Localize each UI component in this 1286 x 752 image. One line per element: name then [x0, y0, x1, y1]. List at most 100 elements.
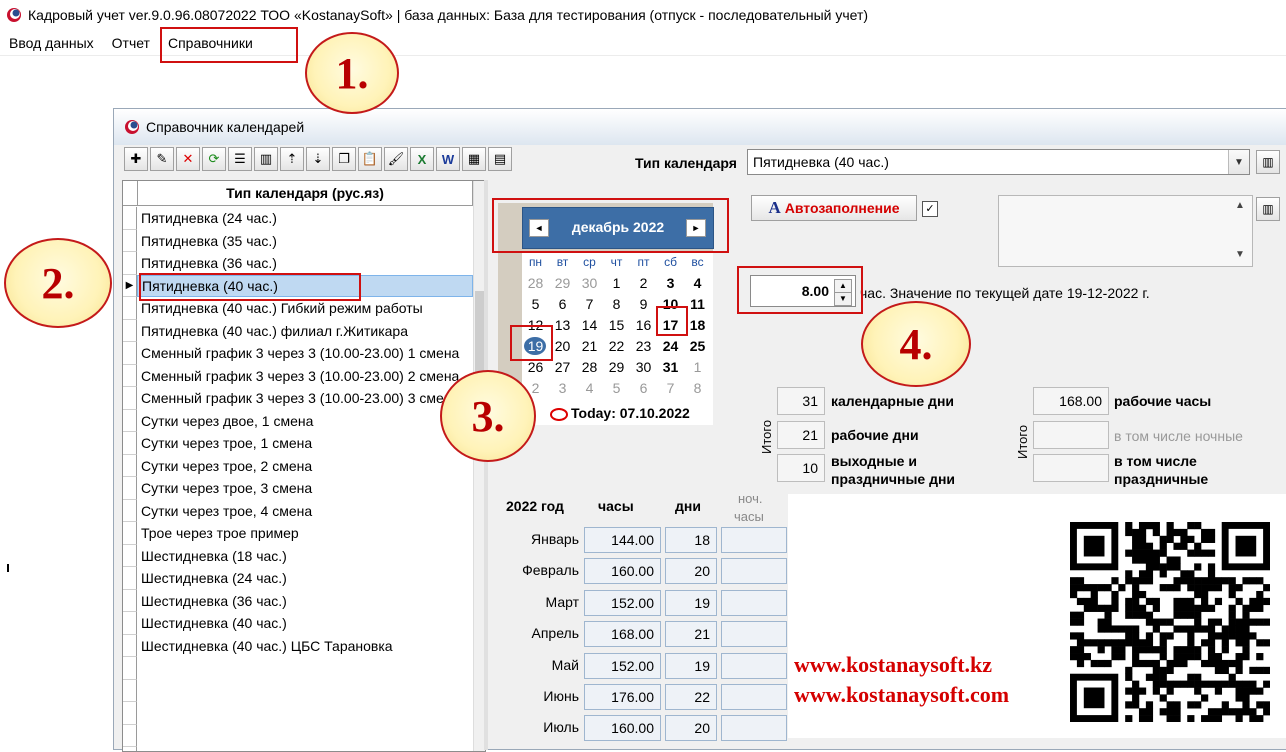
- excel-icon[interactable]: X: [410, 147, 434, 171]
- edit-icon[interactable]: ✎: [150, 147, 174, 171]
- month-days-field[interactable]: 20: [665, 715, 717, 742]
- calculator-icon[interactable]: ▦: [462, 147, 486, 171]
- copy-icon[interactable]: ❐: [332, 147, 356, 171]
- month-days-field[interactable]: 18: [665, 527, 717, 553]
- calendar-day[interactable]: 7: [657, 378, 684, 398]
- autofill-checkbox[interactable]: ✓: [922, 201, 938, 217]
- calendar-day[interactable]: 14: [576, 315, 603, 335]
- list-icon[interactable]: ☰: [228, 147, 252, 171]
- calendar-day[interactable]: 16: [630, 315, 657, 335]
- calendar-day[interactable]: 27: [549, 357, 576, 377]
- calendar-day[interactable]: 1: [684, 357, 711, 377]
- calendar-day[interactable]: 4: [684, 273, 711, 293]
- month-night-hours-field[interactable]: [721, 527, 787, 553]
- calendar-day[interactable]: 2: [630, 273, 657, 293]
- month-night-hours-field[interactable]: [721, 621, 787, 648]
- month-hours-field[interactable]: 160.00: [584, 715, 661, 742]
- month-hours-field[interactable]: 144.00: [584, 527, 661, 553]
- grid-row[interactable]: Пятидневка (36 час.): [123, 252, 473, 275]
- promo-url-com[interactable]: www.kostanaysoft.com: [794, 682, 1009, 708]
- grid-row[interactable]: Сменный график 3 через 3 (10.00-23.00) 1…: [123, 342, 473, 365]
- grid-row[interactable]: Пятидневка (24 час.): [123, 207, 473, 230]
- calendar-day[interactable]: 5: [603, 378, 630, 398]
- calendar-day[interactable]: 5: [522, 294, 549, 314]
- calendar-day[interactable]: 24: [657, 336, 684, 356]
- month-night-hours-field[interactable]: [721, 589, 787, 616]
- grid-row[interactable]: Сменный график 3 через 3 (10.00-23.00) 2…: [123, 364, 473, 387]
- month-hours-field[interactable]: 152.00: [584, 652, 661, 679]
- column-header-calendar-type[interactable]: Тип календаря (рус.яз): [138, 181, 473, 205]
- menu-report[interactable]: Отчет: [103, 32, 159, 54]
- grid-row[interactable]: Сутки через трое, 4 смена: [123, 499, 473, 522]
- calendar-day[interactable]: 13: [549, 315, 576, 335]
- autofill-button[interactable]: A Автозаполнение: [751, 195, 917, 221]
- calendar-day[interactable]: 29: [549, 273, 576, 293]
- month-days-field[interactable]: 20: [665, 558, 717, 585]
- calendar-day[interactable]: 30: [630, 357, 657, 377]
- calendar-day[interactable]: 28: [522, 273, 549, 293]
- grid-row[interactable]: Сутки через двое, 1 смена: [123, 409, 473, 432]
- splitter[interactable]: [484, 180, 488, 750]
- calendar-day[interactable]: 11: [684, 294, 711, 314]
- calendar-day[interactable]: 21: [576, 336, 603, 356]
- grid-row[interactable]: Шестидневка (24 час.): [123, 567, 473, 590]
- calendar-type-select[interactable]: Пятидневка (40 час.) ▼: [747, 149, 1250, 175]
- chevron-down-icon[interactable]: ▼: [1235, 249, 1245, 260]
- calendar-day[interactable]: 18: [684, 315, 711, 335]
- calendar-day[interactable]: 6: [549, 294, 576, 314]
- calendar-day[interactable]: 7: [576, 294, 603, 314]
- month-night-hours-field[interactable]: [721, 715, 787, 742]
- today-link[interactable]: Today: 07.10.2022: [550, 405, 690, 421]
- calendar-day[interactable]: 1: [603, 273, 630, 293]
- calendar-day[interactable]: 31: [657, 357, 684, 377]
- grid-row[interactable]: Шестидневка (40 час.): [123, 612, 473, 635]
- calendar-day[interactable]: 29: [603, 357, 630, 377]
- calendar-day[interactable]: 20: [549, 336, 576, 356]
- month-days-field[interactable]: 19: [665, 652, 717, 679]
- month-days-field[interactable]: 21: [665, 621, 717, 648]
- calendar-day[interactable]: 8: [684, 378, 711, 398]
- calendar-day[interactable]: 3: [657, 273, 684, 293]
- grid-row[interactable]: Пятидневка (40 час.) филиал г.Житикара: [123, 319, 473, 342]
- brush-icon[interactable]: 🖌: [384, 147, 408, 171]
- calendar-day[interactable]: 22: [603, 336, 630, 356]
- chevron-down-icon[interactable]: ▼: [1228, 150, 1249, 174]
- promo-url-kz[interactable]: www.kostanaysoft.kz: [794, 652, 992, 678]
- grid-icon[interactable]: ▤: [488, 147, 512, 171]
- calendar-day[interactable]: 9: [630, 294, 657, 314]
- month-hours-field[interactable]: 152.00: [584, 589, 661, 616]
- calendar-day[interactable]: 8: [603, 294, 630, 314]
- calendar-day[interactable]: 4: [576, 378, 603, 398]
- memo-book-button[interactable]: ▥: [1256, 197, 1280, 221]
- notes-memo[interactable]: [998, 195, 1253, 267]
- add-icon[interactable]: ✚: [124, 147, 148, 171]
- calendar-day[interactable]: 30: [576, 273, 603, 293]
- calendar-day[interactable]: 23: [630, 336, 657, 356]
- month-days-field[interactable]: 19: [665, 589, 717, 616]
- month-hours-field[interactable]: 160.00: [584, 558, 661, 585]
- month-night-hours-field[interactable]: [721, 684, 787, 710]
- month-days-field[interactable]: 22: [665, 684, 717, 710]
- grid-row[interactable]: Пятидневка (35 час.): [123, 229, 473, 252]
- calendar-day[interactable]: 6: [630, 378, 657, 398]
- grid-row[interactable]: Шестидневка (18 час.): [123, 544, 473, 567]
- word-icon[interactable]: W: [436, 147, 460, 171]
- grid-row[interactable]: Сутки через трое, 2 смена: [123, 454, 473, 477]
- sort-down-icon[interactable]: ⇣: [306, 147, 330, 171]
- grid-row[interactable]: Сменный график 3 через 3 (10.00-23.00) 3…: [123, 387, 473, 410]
- calendar-type-book-button[interactable]: ▥: [1256, 150, 1280, 174]
- calendar-day[interactable]: 15: [603, 315, 630, 335]
- calendar-day[interactable]: 25: [684, 336, 711, 356]
- grid-row[interactable]: Шестидневка (36 час.): [123, 589, 473, 612]
- grid-row[interactable]: Сутки через трое, 3 смена: [123, 477, 473, 500]
- grid-row[interactable]: Сутки через трое, 1 смена: [123, 432, 473, 455]
- sort-up-icon[interactable]: ⇡: [280, 147, 304, 171]
- book-icon[interactable]: ▥: [254, 147, 278, 171]
- month-night-hours-field[interactable]: [721, 558, 787, 585]
- delete-icon[interactable]: ✕: [176, 147, 200, 171]
- grid-row[interactable]: Шестидневка (40 час.) ЦБС Тарановка: [123, 634, 473, 657]
- chevron-up-icon[interactable]: ▲: [1235, 200, 1245, 211]
- month-hours-field[interactable]: 176.00: [584, 684, 661, 710]
- paste-icon[interactable]: 📋: [358, 147, 382, 171]
- refresh-icon[interactable]: ⟳: [202, 147, 226, 171]
